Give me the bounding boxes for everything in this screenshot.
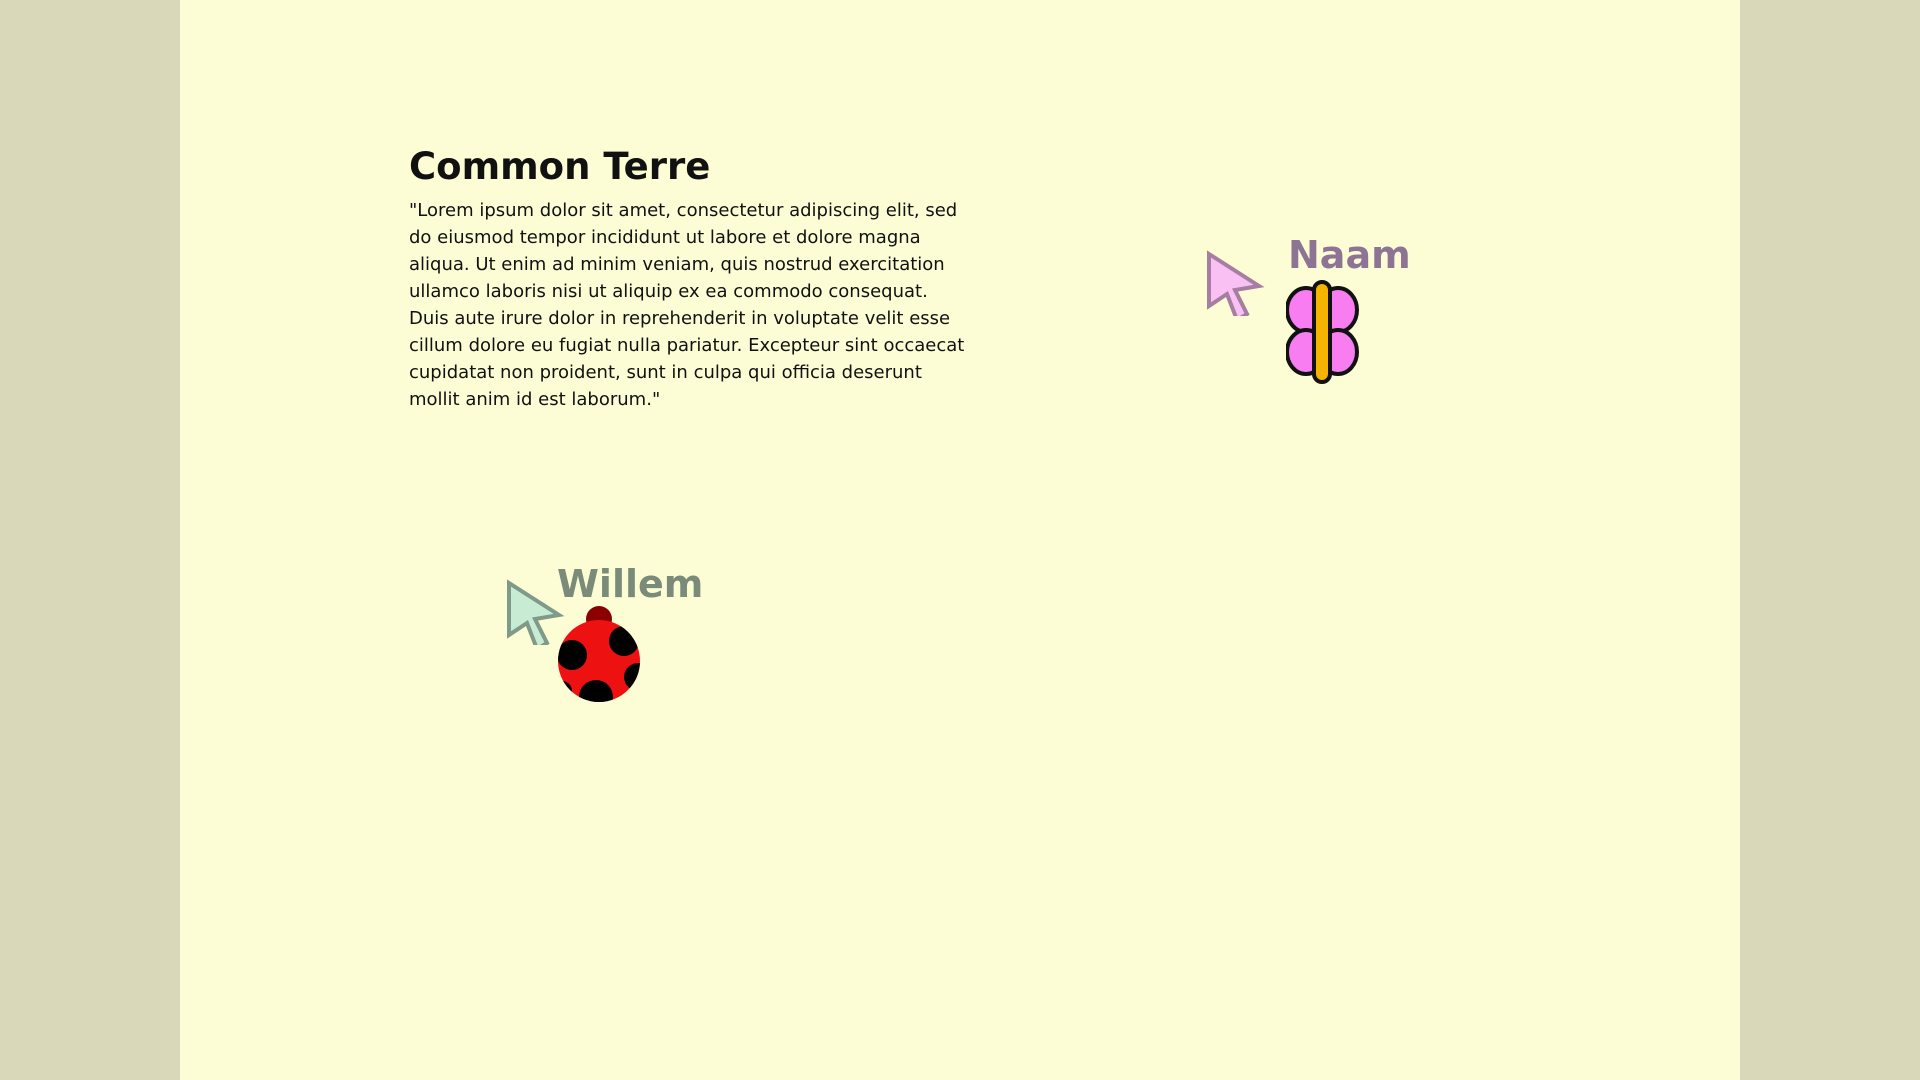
butterfly-icon [1286,280,1359,384]
canvas-page: Common Terre "Lorem ipsum dolor sit amet… [180,0,1740,1080]
collaborator-name: Willem [557,562,704,606]
page-title: Common Terre [409,145,711,188]
collaborator-name: Naam [1288,233,1411,277]
article: Common Terre "Lorem ipsum dolor sit amet… [409,145,969,413]
collaborator-cursor-willem: Willem [505,565,725,715]
cursor-arrow-icon [1207,250,1265,316]
article-body: "Lorem ipsum dolor sit amet, consectetur… [409,200,965,411]
collaborator-cursor-naam: Naam [1205,236,1411,396]
ladybug-icon [558,606,640,702]
